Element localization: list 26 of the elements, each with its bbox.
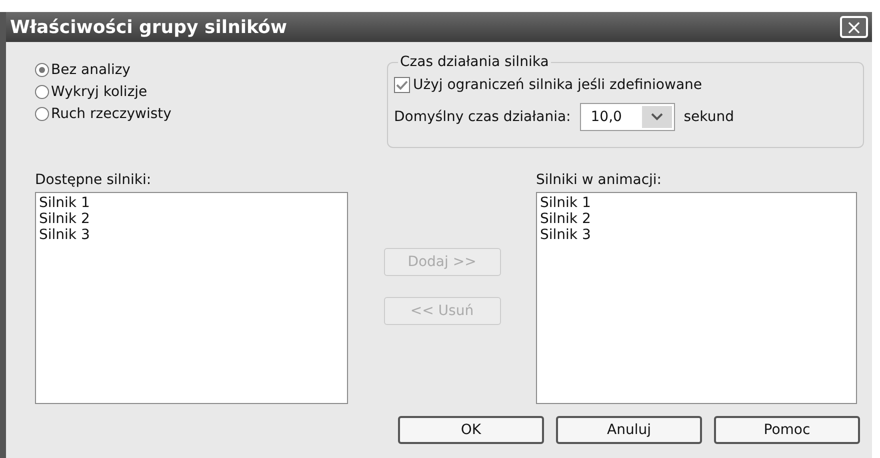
dialog-button[interactable]: Pomoc: [714, 416, 860, 444]
radio-button[interactable]: [35, 63, 49, 77]
radio-label: Bez analizy: [51, 61, 130, 80]
list-item[interactable]: Silnik 2: [540, 211, 853, 227]
checkbox[interactable]: [394, 77, 410, 93]
time-combo-box[interactable]: 10,0: [580, 103, 675, 131]
radio-label: Ruch rzeczywisty: [51, 105, 172, 124]
unit-label: sekund: [684, 108, 734, 126]
close-button[interactable]: ×: [840, 16, 868, 38]
motor-list[interactable]: Silnik 1 Silnik 2 Silnik 3: [536, 192, 857, 404]
list-item[interactable]: Silnik 2: [39, 211, 344, 227]
motor-list[interactable]: Silnik 1 Silnik 2 Silnik 3: [35, 192, 348, 404]
field-label: Domyślny czas działania:: [394, 108, 571, 126]
list-label: Silniki w animacji:: [536, 171, 663, 190]
list-item[interactable]: Silnik 3: [39, 227, 344, 243]
list-item[interactable]: Silnik 1: [540, 195, 853, 211]
dialog-button[interactable]: Anuluj: [556, 416, 702, 444]
radio-button[interactable]: [35, 85, 49, 99]
list-item[interactable]: Silnik 1: [39, 195, 344, 211]
checkbox-label: Użyj ograniczeń silnika jeśli zdefiniowane: [413, 76, 702, 95]
radio-label: Wykryj kolizje: [51, 83, 148, 102]
list-label: Dostępne silniki:: [35, 171, 152, 190]
radio-button[interactable]: [35, 107, 49, 121]
list-item[interactable]: Silnik 3: [540, 227, 853, 243]
dialog-button[interactable]: OK: [398, 416, 544, 444]
window-title: Właściwości grupy silników: [10, 16, 288, 40]
